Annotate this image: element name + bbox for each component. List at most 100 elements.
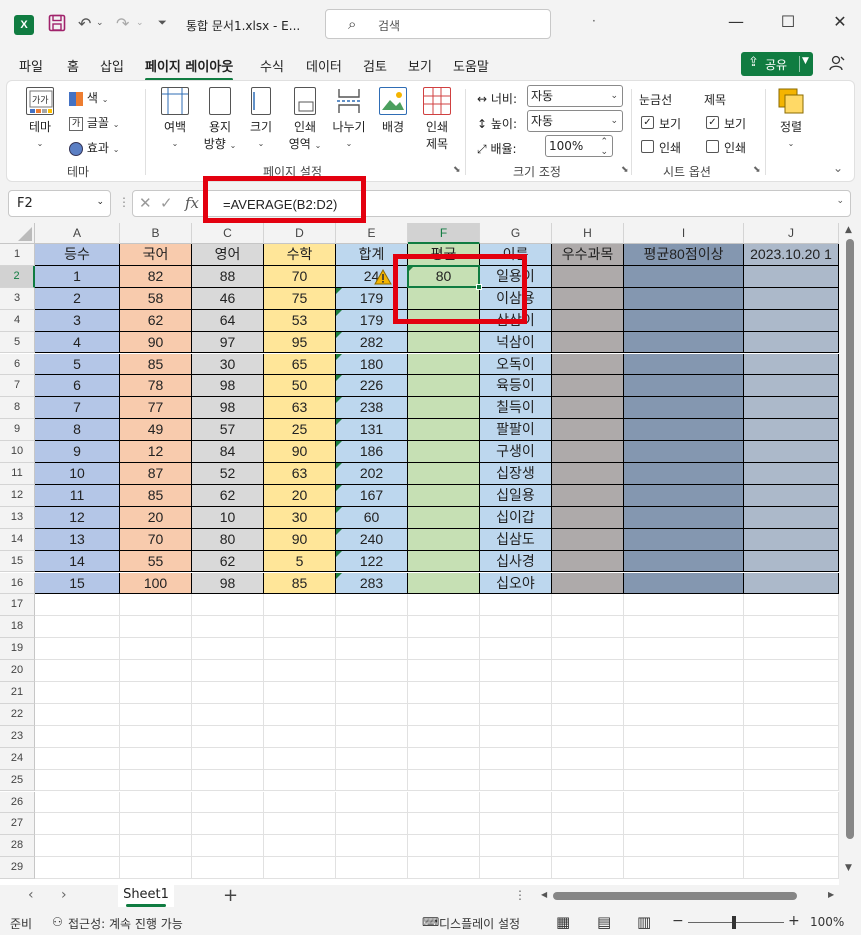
zoom-out-icon[interactable]: − [672,913,684,929]
column-header-d[interactable]: D [264,223,336,244]
data-cell-h8[interactable] [552,397,624,420]
data-cell-f12[interactable] [408,484,480,507]
data-cell-c5[interactable]: 97 [192,331,264,354]
data-cell-f6[interactable] [408,353,480,376]
data-cell-d10[interactable]: 90 [264,441,336,463]
data-cell-e13[interactable]: 60 [336,506,408,529]
empty-cell[interactable] [264,682,336,704]
colors-button[interactable]: 색 ⌄ [69,89,108,106]
empty-cell[interactable] [408,638,480,661]
row-header-28[interactable]: 28 [0,835,35,858]
empty-cell[interactable] [480,682,552,704]
effects-button[interactable]: 효과 ⌄ [69,139,119,156]
row-header-14[interactable]: 14 [0,528,35,551]
empty-cell[interactable] [336,638,408,661]
data-cell-b5[interactable]: 90 [120,331,192,354]
tab-data[interactable]: 데이터 [306,56,342,75]
header-cell-b[interactable]: 국어 [120,244,192,266]
data-cell-d16[interactable]: 85 [264,572,336,595]
close-button[interactable]: ✕ [830,12,850,31]
empty-cell[interactable] [744,813,839,836]
data-cell-a6[interactable]: 5 [35,353,120,376]
data-cell-a12[interactable]: 11 [35,484,120,507]
redo-dropdown-icon[interactable]: ⌄ [136,18,144,28]
empty-cell[interactable] [336,857,408,880]
data-cell-j2[interactable] [744,265,839,288]
empty-cell[interactable] [192,682,264,704]
empty-cell[interactable] [264,660,336,682]
data-cell-b11[interactable]: 87 [120,463,192,485]
column-header-f[interactable]: F [408,223,480,244]
data-cell-b10[interactable]: 12 [120,441,192,463]
data-cell-d13[interactable]: 30 [264,506,336,529]
empty-cell[interactable] [408,857,480,880]
gridlines-view-checkbox[interactable]: ✓ [641,116,654,129]
data-cell-g13[interactable]: 십이갑 [480,506,552,529]
empty-cell[interactable] [552,835,624,858]
empty-cell[interactable] [264,616,336,639]
empty-cell[interactable] [35,747,120,770]
data-cell-d7[interactable]: 50 [264,375,336,398]
empty-cell[interactable] [35,660,120,682]
data-cell-g7[interactable]: 육등이 [480,375,552,398]
empty-cell[interactable] [480,660,552,682]
empty-cell[interactable] [552,769,624,792]
empty-cell[interactable] [408,835,480,858]
zoom-slider-track[interactable] [688,922,784,923]
empty-cell[interactable] [480,747,552,770]
expand-formula-icon[interactable]: ⌄ [836,196,844,206]
column-header-i[interactable]: I [624,223,744,244]
comments-person-icon[interactable] [828,54,846,76]
empty-cell[interactable] [120,747,192,770]
data-cell-c4[interactable]: 64 [192,309,264,332]
row-header-1[interactable]: 1 [0,244,35,266]
row-header-13[interactable]: 13 [0,506,35,529]
row-header-10[interactable]: 10 [0,441,35,463]
data-cell-g16[interactable]: 십오야 [480,572,552,595]
row-header-7[interactable]: 7 [0,375,35,398]
breaks-button[interactable]: 나누기 ⌄ [329,87,369,149]
data-cell-h7[interactable] [552,375,624,398]
row-header-3[interactable]: 3 [0,287,35,310]
data-cell-j11[interactable] [744,463,839,485]
vertical-scrollbar[interactable]: ▲ ▼ [839,223,861,885]
data-cell-a14[interactable]: 13 [35,528,120,551]
row-header-29[interactable]: 29 [0,857,35,880]
empty-cell[interactable] [264,813,336,836]
fonts-button[interactable]: 가 글꼴 ⌄ [69,114,119,131]
data-cell-g12[interactable]: 십일용 [480,484,552,507]
data-cell-e8[interactable]: 238 [336,397,408,420]
data-cell-b3[interactable]: 58 [120,287,192,310]
data-cell-b16[interactable]: 100 [120,572,192,595]
data-cell-g9[interactable]: 팔팔이 [480,419,552,442]
empty-cell[interactable] [408,791,480,814]
save-icon[interactable] [48,14,66,36]
empty-cell[interactable] [264,594,336,617]
accessibility-status[interactable]: 접근성: 계속 진행 가능 [68,915,183,932]
row-header-18[interactable]: 18 [0,616,35,639]
empty-cell[interactable] [480,835,552,858]
empty-cell[interactable] [408,682,480,704]
data-cell-j6[interactable] [744,353,839,376]
empty-cell[interactable] [120,791,192,814]
empty-cell[interactable] [408,769,480,792]
empty-cell[interactable] [480,594,552,617]
empty-cell[interactable] [120,616,192,639]
data-cell-e7[interactable]: 226 [336,375,408,398]
data-cell-b13[interactable]: 20 [120,506,192,529]
row-header-24[interactable]: 24 [0,747,35,770]
width-dropdown[interactable]: 자동 ⌄ [527,85,623,107]
empty-cell[interactable] [192,747,264,770]
empty-cell[interactable] [624,594,744,617]
empty-cell[interactable] [264,638,336,661]
empty-cell[interactable] [744,594,839,617]
data-cell-i15[interactable] [624,550,744,573]
data-cell-b8[interactable]: 77 [120,397,192,420]
size-button[interactable]: 크기 ⌄ [245,87,277,149]
customize-toolbar-icon[interactable]: ⏷ [158,16,167,30]
empty-cell[interactable] [744,835,839,858]
empty-cell[interactable] [192,769,264,792]
empty-cell[interactable] [336,616,408,639]
data-cell-i9[interactable] [624,419,744,442]
empty-cell[interactable] [408,725,480,748]
